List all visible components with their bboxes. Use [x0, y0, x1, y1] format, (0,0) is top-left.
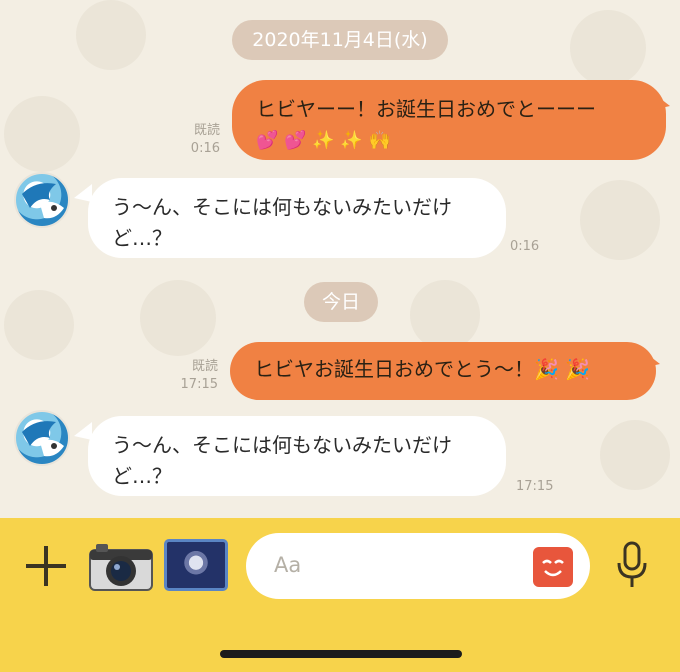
message-time: 0:16 [190, 141, 220, 156]
message-time: 17:15 [516, 479, 554, 494]
background-pattern [76, 0, 146, 70]
background-pattern [410, 280, 480, 350]
message-emoji-line: 💕 💕 ✨ ✨ 🙌 [256, 130, 391, 151]
bubble-tail [652, 92, 670, 110]
sticker-face-icon [542, 559, 564, 577]
message-text-continued: ど…？ [112, 226, 172, 250]
sticker-icon[interactable] [533, 547, 573, 587]
microphone-icon[interactable] [614, 541, 650, 589]
bubble-tail [642, 350, 660, 368]
read-receipt: 既読 0:16 [176, 122, 220, 158]
bubble-tail [74, 184, 92, 202]
message-text-continued: ど…？ [112, 464, 172, 488]
photo-thumbnail[interactable] [164, 539, 228, 591]
background-pattern [4, 290, 74, 360]
background-pattern [140, 280, 216, 356]
background-pattern [600, 420, 670, 490]
read-receipt: 既読 17:15 [170, 358, 218, 394]
read-label: 既読 [193, 123, 220, 138]
message-text: ヒビヤお誕生日おめでとう〜！🎉 🎉 [254, 357, 591, 381]
incoming-message-bubble[interactable]: う〜ん、そこには何もないみたいだけ ど…？ [88, 416, 506, 496]
contact-avatar[interactable] [14, 172, 70, 228]
contact-avatar[interactable] [14, 410, 70, 466]
date-separator: 2020年11月4日(水) [232, 20, 448, 60]
chat-area[interactable]: 2020年11月4日(水) 既読 0:16 ヒビヤーー！お誕生日おめでとーーー … [0, 0, 680, 518]
outgoing-message-bubble[interactable]: ヒビヤお誕生日おめでとう〜！🎉 🎉 [230, 342, 656, 400]
background-pattern [580, 180, 660, 260]
message-time: 17:15 [180, 377, 218, 392]
avatar-illustration [22, 421, 64, 457]
message-time: 0:16 [510, 239, 540, 254]
background-pattern [4, 96, 80, 172]
outgoing-message-bubble[interactable]: ヒビヤーー！お誕生日おめでとーーー 💕 💕 ✨ ✨ 🙌 [232, 80, 666, 160]
avatar-illustration [22, 183, 64, 219]
input-placeholder: Aa [274, 553, 302, 577]
incoming-message-bubble[interactable]: う〜ん、そこには何もないみたいだけ ど…？ [88, 178, 506, 258]
home-indicator [220, 650, 462, 658]
read-label: 既読 [191, 359, 218, 374]
date-separator: 今日 [304, 282, 378, 322]
bubble-tail [74, 422, 92, 440]
message-text: ヒビヤーー！お誕生日おめでとーーー [256, 97, 596, 121]
message-text: う〜ん、そこには何もないみたいだけ [112, 195, 452, 219]
camera-icon[interactable] [88, 540, 154, 592]
message-text: う〜ん、そこには何もないみたいだけ [112, 433, 452, 457]
background-pattern [570, 10, 646, 86]
plus-icon[interactable] [24, 544, 68, 588]
